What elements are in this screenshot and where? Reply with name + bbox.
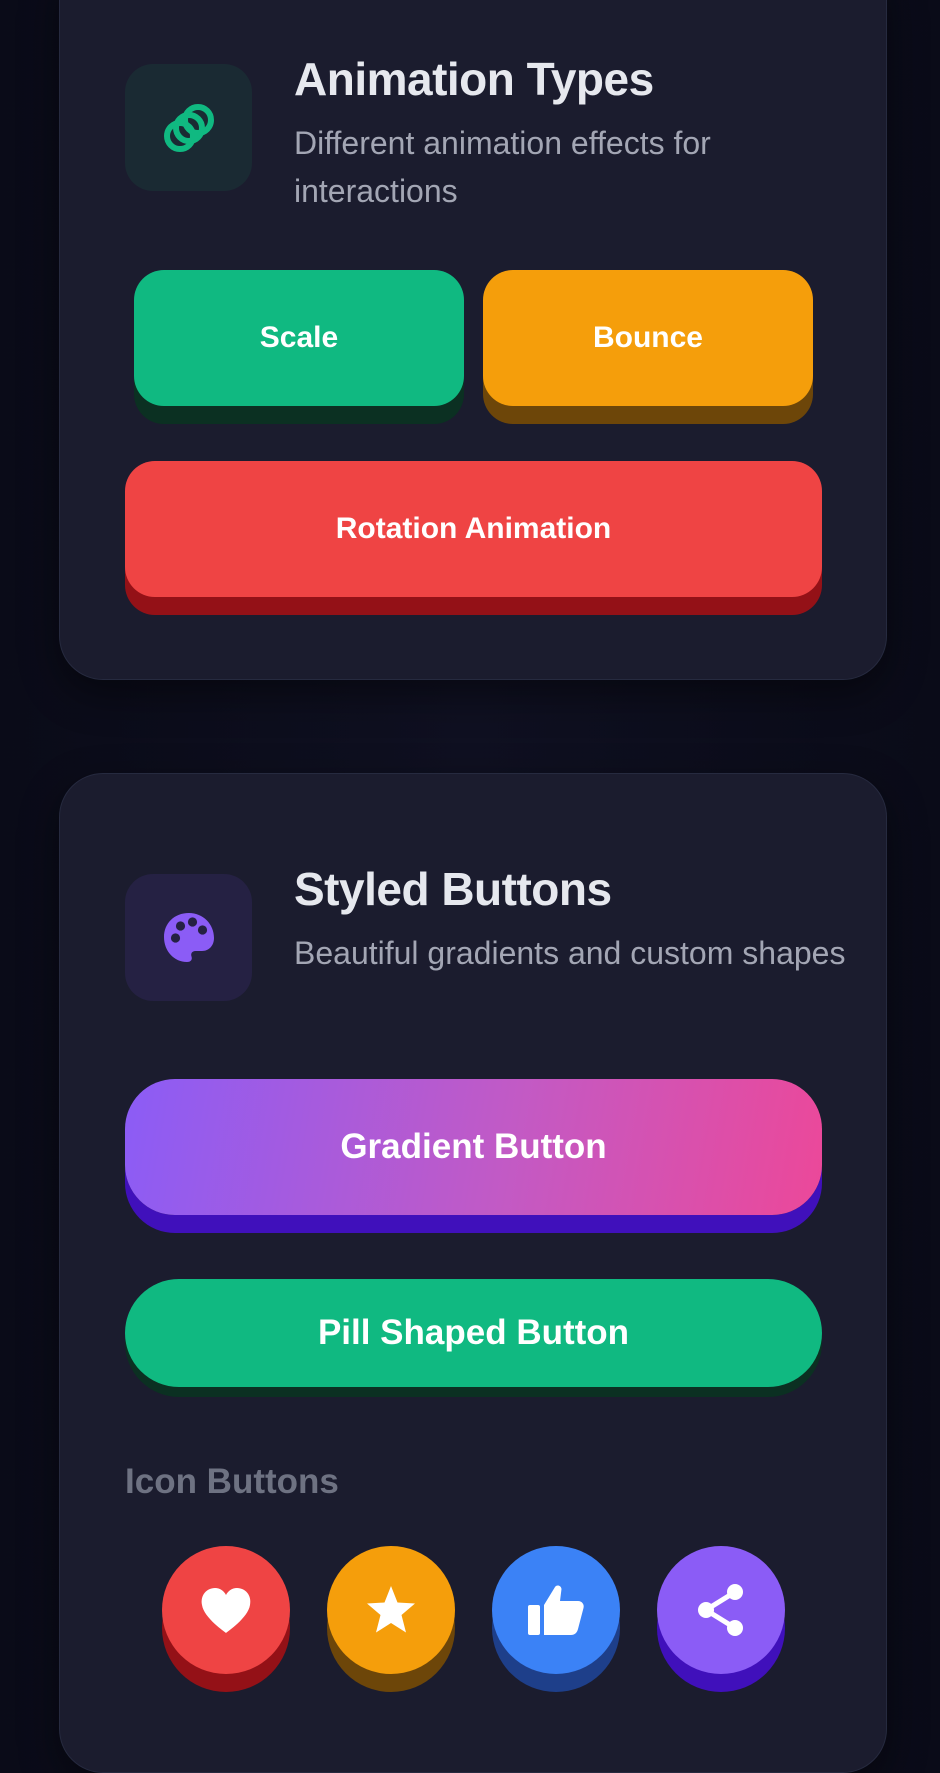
animation-types-card: Animation Types Different animation effe…: [59, 0, 887, 680]
styled-buttons-card: Styled Buttons Beautiful gradients and c…: [59, 773, 887, 1773]
palette-icon: [125, 874, 252, 1001]
bounce-button[interactable]: Bounce: [483, 270, 813, 406]
styled-card-header: Styled Buttons Beautiful gradients and c…: [125, 864, 846, 1001]
thumbs-up-icon: [528, 1585, 584, 1635]
card-subtitle: Different animation effects for interact…: [294, 124, 711, 209]
share-icon: [698, 1584, 743, 1636]
star-button[interactable]: [327, 1546, 455, 1674]
star-icon: [367, 1586, 415, 1633]
heart-icon: [201, 1588, 251, 1633]
gradient-button[interactable]: Gradient Button: [125, 1079, 822, 1215]
card-title: Styled Buttons: [294, 863, 612, 915]
icon-buttons-label: Icon Buttons: [125, 1462, 339, 1501]
animation-card-header: Animation Types Different animation effe…: [125, 54, 846, 215]
pill-shaped-button[interactable]: Pill Shaped Button: [125, 1279, 822, 1387]
rings-icon: [125, 64, 252, 191]
animation-card-header-text: Animation Types Different animation effe…: [294, 54, 846, 215]
heart-button[interactable]: [162, 1546, 290, 1674]
rotation-animation-button[interactable]: Rotation Animation: [125, 461, 822, 597]
card-subtitle: Beautiful gradients and custom shapes: [294, 934, 846, 971]
card-title: Animation Types: [294, 53, 654, 105]
thumbs-up-button[interactable]: [492, 1546, 620, 1674]
styled-card-header-text: Styled Buttons Beautiful gradients and c…: [294, 864, 846, 977]
share-button[interactable]: [657, 1546, 785, 1674]
scale-button[interactable]: Scale: [134, 270, 464, 406]
icon-buttons-row: [60, 1546, 886, 1696]
